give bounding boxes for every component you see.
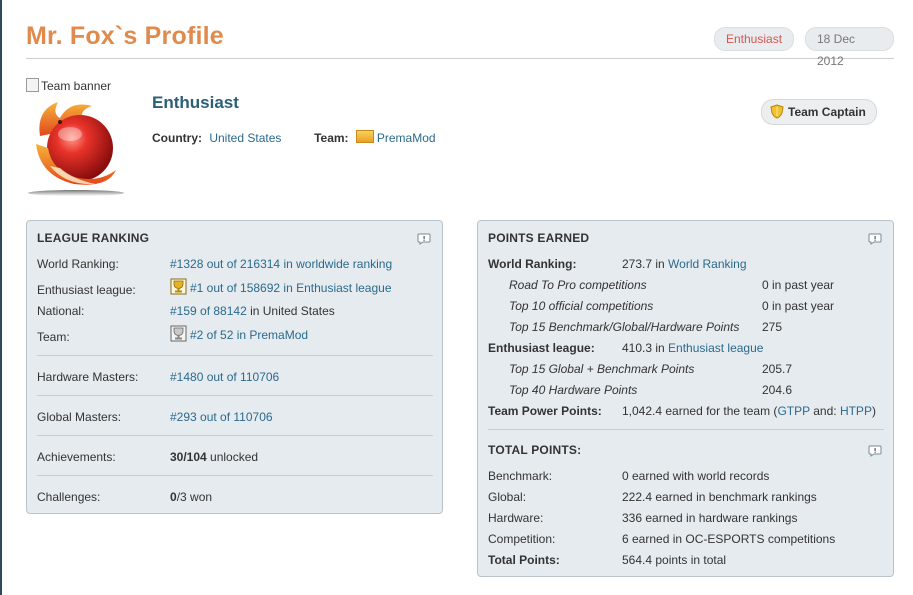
gtpp-link[interactable]: GTPP — [777, 404, 809, 418]
team-flag-icon — [355, 130, 374, 143]
pe-top40-hardware-label: Top 40 Hardware Points — [509, 383, 638, 397]
date-badge: 18 Dec 2012 — [805, 27, 894, 68]
tp-total-label: Total Points: — [488, 553, 560, 567]
profile-header: Mr. Fox`s Profile Enthusiast 18 Dec 2012 — [26, 18, 894, 68]
pe-team-end: ) — [871, 404, 876, 418]
country-link[interactable]: United States — [209, 131, 281, 145]
enthusiast-league-link[interactable]: #1 out of 158692 in Enthusiast league — [190, 281, 392, 295]
national-link[interactable]: #159 of 88142 — [170, 304, 247, 318]
achievements-suffix: unlocked — [206, 450, 259, 464]
pe-top15-value: 275 — [762, 320, 783, 334]
tp-benchmark-value: 0 earned with world records — [622, 469, 770, 483]
help-bubble-icon[interactable] — [868, 233, 882, 245]
team-label: Team: — [314, 131, 349, 145]
achievements-count: 30/104 — [170, 450, 207, 464]
htpp-link[interactable]: HTPP — [840, 404, 872, 418]
tp-competition-label: Competition: — [488, 532, 556, 546]
broken-image-icon — [26, 78, 39, 92]
pe-top15-global-label: Top 15 Global + Benchmark Points — [509, 362, 695, 376]
total-points-title: TOTAL POINTS: — [488, 443, 582, 457]
enthusiast-league-value: #1 out of 158692 in Enthusiast league — [170, 278, 392, 295]
pe-team-power-value: 1,042.4 earned for the team (GTPP and: H… — [622, 404, 876, 418]
world-ranking-label: World Ranking: — [37, 257, 119, 271]
page-title: Mr. Fox`s Profile — [26, 22, 224, 50]
global-masters-label: Global Masters: — [37, 410, 122, 424]
pe-team-power-points: 1,042.4 earned for the team ( — [622, 404, 778, 418]
left-edge-border — [0, 0, 2, 595]
pe-road-to-pro-label: Road To Pro competitions — [509, 278, 647, 292]
team-rank-link[interactable]: #2 of 52 in PremaMod — [190, 328, 308, 342]
silver-trophy-icon — [170, 325, 187, 342]
pe-world-points: 273.7 in — [622, 257, 669, 271]
pe-league-label: Enthusiast league: — [488, 341, 595, 355]
pe-world-link[interactable]: World Ranking — [668, 257, 746, 271]
hardware-masters-label: Hardware Masters: — [37, 370, 139, 384]
team-captain-label: Team Captain — [788, 105, 866, 119]
divider — [37, 475, 433, 476]
pe-league-points: 410.3 in — [622, 341, 669, 355]
league-badge[interactable]: Enthusiast — [714, 27, 795, 51]
pe-top10-value: 0 in past year — [762, 299, 835, 313]
points-earned-title: POINTS EARNED — [488, 231, 590, 245]
achievements-value: 30/104 unlocked — [170, 450, 258, 464]
pe-team-mid: and: — [809, 404, 840, 418]
league-ranking-title: LEAGUE RANKING — [37, 231, 150, 245]
hardware-masters-link[interactable]: #1480 out of 110706 — [170, 370, 279, 384]
divider — [37, 435, 433, 436]
divider — [488, 429, 884, 430]
tp-competition-value: 6 earned in OC-ESPORTS competitions — [622, 532, 836, 546]
tp-hardware-label: Hardware: — [488, 511, 544, 525]
team-rank-label: Team: — [37, 330, 70, 344]
avatar-shadow — [28, 190, 124, 196]
challenges-count: 0 — [170, 490, 177, 504]
help-bubble-icon[interactable] — [417, 233, 431, 245]
league-ranking-panel: LEAGUE RANKING World Ranking: #1328 out … — [26, 220, 443, 514]
pe-world-label: World Ranking: — [488, 257, 577, 271]
divider — [37, 355, 433, 356]
team-link[interactable]: PremaMod — [377, 131, 436, 145]
team-rank-value: #2 of 52 in PremaMod — [170, 325, 308, 342]
pe-road-to-pro-value: 0 in past year — [762, 278, 835, 292]
avatar-block: Team banner — [26, 78, 126, 196]
country-label: Country: — [152, 131, 202, 145]
pe-league-link[interactable]: Enthusiast league — [668, 341, 763, 355]
tp-global-value: 222.4 earned in benchmark rankings — [622, 490, 817, 504]
enthusiast-league-label: Enthusiast league: — [37, 283, 136, 297]
team-captain-badge: Team Captain — [761, 99, 877, 125]
gold-trophy-icon — [170, 278, 187, 295]
challenges-value: 0/3 won — [170, 490, 212, 504]
achievements-label: Achievements: — [37, 450, 116, 464]
global-masters-link[interactable]: #293 out of 110706 — [170, 410, 273, 424]
fox-avatar-icon[interactable] — [30, 96, 124, 190]
team-banner-image[interactable]: Team banner — [26, 78, 111, 93]
team-banner-alt: Team banner — [41, 79, 112, 93]
pe-league-value: 410.3 in Enthusiast league — [622, 341, 763, 355]
challenges-suffix: /3 won — [176, 490, 213, 504]
national-value: #159 of 88142 in United States — [170, 304, 335, 318]
tp-benchmark-label: Benchmark: — [488, 469, 553, 483]
pe-world-value: 273.7 in World Ranking — [622, 257, 747, 271]
national-suffix: in United States — [246, 304, 335, 318]
national-label: National: — [37, 304, 85, 318]
tp-total-value: 564.4 points in total — [622, 553, 727, 567]
pe-top15-label: Top 15 Benchmark/Global/Hardware Points — [509, 320, 740, 334]
help-bubble-icon[interactable] — [868, 445, 882, 457]
profile-meta: Country: United States Team: PremaMod — [152, 130, 436, 145]
tp-hardware-value: 336 earned in hardware rankings — [622, 511, 798, 525]
points-earned-panel: POINTS EARNED World Ranking: 273.7 in Wo… — [477, 220, 894, 577]
divider — [37, 395, 433, 396]
pe-top10-label: Top 10 official competitions — [509, 299, 654, 313]
shield-icon — [770, 104, 784, 119]
challenges-label: Challenges: — [37, 490, 101, 504]
rank-title: Enthusiast — [152, 93, 239, 112]
tp-global-label: Global: — [488, 490, 527, 504]
pe-top40-hardware-value: 204.6 — [762, 383, 793, 397]
world-ranking-link[interactable]: #1328 out of 216314 in worldwide ranking — [170, 257, 392, 271]
pe-team-power-label: Team Power Points: — [488, 404, 602, 418]
pe-top15-global-value: 205.7 — [762, 362, 793, 376]
